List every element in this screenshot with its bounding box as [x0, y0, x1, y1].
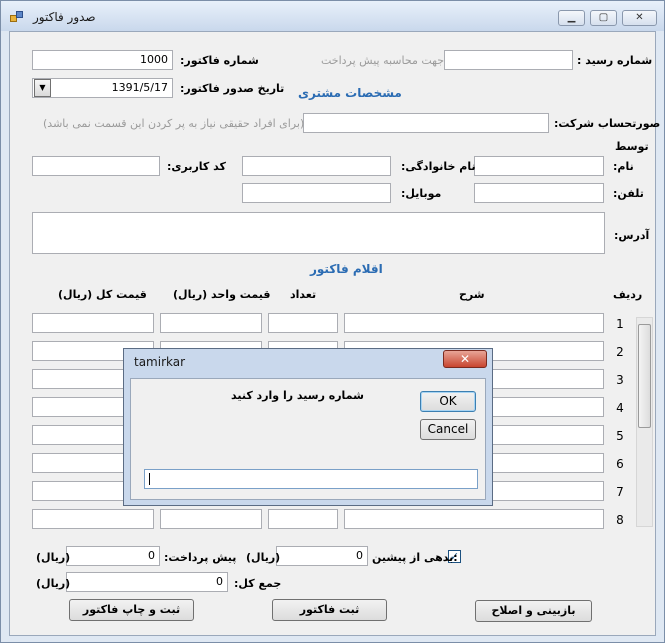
prepayment-currency: (ریال): [36, 551, 71, 564]
item-total-price-input[interactable]: [32, 509, 154, 529]
items-scrollbar[interactable]: [636, 317, 653, 527]
row-number: 3: [616, 373, 624, 387]
save-print-button[interactable]: ثبت و چاپ فاکتور: [69, 599, 194, 621]
by-label: توسط: [615, 140, 649, 153]
chevron-down-icon[interactable]: ▼: [34, 79, 51, 97]
input-dialog: tamirkar ✕ شماره رسید را وارد کنید OK Ca…: [123, 348, 493, 506]
form-client-area: شماره رسید : جهت محاسبه پیش پرداخت شماره…: [9, 31, 660, 636]
col-description-header: شرح: [459, 288, 485, 301]
row-number: 2: [616, 345, 624, 359]
item-unit-price-input[interactable]: [160, 313, 262, 333]
debt-input[interactable]: 0: [276, 546, 368, 566]
debt-currency: (ریال): [246, 551, 281, 564]
items-section-title: اقلام فاکتور: [310, 262, 383, 276]
cancel-button[interactable]: Cancel: [420, 419, 476, 440]
mobile-input[interactable]: [242, 183, 391, 203]
row-number: 1: [616, 317, 624, 331]
item-description-input[interactable]: [344, 509, 604, 529]
maximize-button[interactable]: ▢: [590, 10, 617, 26]
issue-date-value: 1391/5/17: [111, 81, 168, 94]
main-window: صدور فاکتور ▁ ▢ ✕ شماره رسید : جهت محاسب…: [0, 0, 665, 643]
save-button[interactable]: ثبت فاکتور: [272, 599, 387, 621]
title-bar[interactable]: صدور فاکتور ▁ ▢ ✕: [1, 1, 664, 31]
mobile-label: موبایل:: [401, 187, 442, 200]
last-name-label: نام خانوادگی:: [401, 160, 476, 173]
row-number: 6: [616, 457, 624, 471]
phone-label: تلفن:: [613, 187, 644, 200]
dialog-close-button[interactable]: ✕: [443, 350, 487, 368]
receipt-number-input[interactable]: [444, 50, 573, 70]
col-total-price-header: قیمت کل (ریال): [58, 288, 147, 301]
item-total-price-input[interactable]: [32, 313, 154, 333]
phone-input[interactable]: [474, 183, 604, 203]
dialog-client-area: شماره رسید را وارد کنید OK Cancel: [130, 378, 486, 500]
receipt-number-dialog-input[interactable]: [144, 469, 478, 489]
item-unit-price-input[interactable]: [160, 509, 262, 529]
prepayment-note: جهت محاسبه پیش پرداخت: [321, 54, 445, 67]
address-label: آدرس:: [614, 229, 650, 242]
item-description-input[interactable]: [344, 313, 604, 333]
user-code-input[interactable]: [32, 156, 160, 176]
company-hint: (برای افراد حقیقی نیاز به پر کردن این قس…: [43, 117, 305, 130]
total-currency: (ریال): [36, 577, 71, 590]
row-number: 8: [616, 513, 624, 527]
total-label: جمع کل:: [234, 577, 282, 590]
issue-date-label: تاریخ صدور فاکتور:: [180, 82, 285, 95]
ok-button[interactable]: OK: [420, 391, 476, 412]
receipt-number-label: شماره رسید :: [577, 54, 653, 67]
app-icon: [10, 11, 24, 23]
debt-label: :بدهی از پیشین: [372, 551, 458, 564]
first-name-input[interactable]: [474, 156, 604, 176]
last-name-input[interactable]: [242, 156, 391, 176]
item-quantity-input[interactable]: [268, 313, 338, 333]
company-input[interactable]: [303, 113, 549, 133]
window-title: صدور فاکتور: [33, 10, 96, 24]
close-button[interactable]: ✕: [622, 10, 657, 26]
row-number: 4: [616, 401, 624, 415]
issue-date-picker[interactable]: 1391/5/17: [32, 78, 173, 98]
address-input[interactable]: [32, 212, 605, 254]
invoice-number-input[interactable]: 1000: [32, 50, 173, 70]
col-unit-price-header: قیمت واحد (ریال): [173, 288, 271, 301]
col-row-header: ردیف: [613, 288, 643, 301]
review-button[interactable]: بازبینی و اصلاح: [475, 600, 592, 622]
company-label: صورتحساب شرکت:: [554, 117, 661, 130]
dialog-title: tamirkar: [134, 355, 186, 369]
invoice-number-label: شماره فاکتور:: [180, 54, 259, 67]
customer-section-title: مشخصات مشتری: [298, 86, 402, 100]
row-number: 5: [616, 429, 624, 443]
first-name-label: نام:: [613, 160, 634, 173]
item-quantity-input[interactable]: [268, 509, 338, 529]
scroll-thumb[interactable]: [638, 324, 651, 428]
total-input[interactable]: 0: [66, 572, 228, 592]
row-number: 7: [616, 485, 624, 499]
dialog-message: شماره رسید را وارد کنید: [231, 389, 364, 402]
text-cursor: [149, 473, 150, 485]
prepayment-label: پیش پرداخت:: [164, 551, 237, 564]
col-quantity-header: تعداد: [290, 288, 317, 301]
minimize-button[interactable]: ▁: [558, 10, 585, 26]
prepayment-input[interactable]: 0: [66, 546, 160, 566]
user-code-label: کد کاربری:: [167, 160, 226, 173]
